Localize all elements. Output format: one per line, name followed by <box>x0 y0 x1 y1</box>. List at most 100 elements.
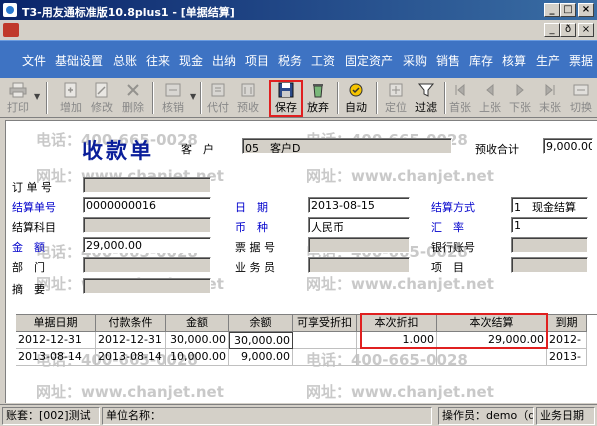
menu-fixed-assets[interactable]: 固定资产 <box>345 52 393 69</box>
menu-payroll[interactable]: 工资 <box>311 52 335 69</box>
watermark-site: 网址：www.chanjet.net <box>306 275 494 293</box>
bill-no-label: 票 据 号 <box>235 241 275 254</box>
delete-button[interactable]: 删除 <box>118 81 148 115</box>
child-minimize-button[interactable]: _ <box>544 23 560 37</box>
table-cell[interactable]: 9,000.00 <box>229 349 293 366</box>
print-dropdown-icon[interactable]: ▼ <box>34 92 40 101</box>
maximize-button[interactable]: □ <box>560 3 576 17</box>
menu-bills[interactable]: 票据 <box>569 52 593 69</box>
title-bar[interactable]: T3-用友通标准版10.8plus1 - [单据结算] _ □ × <box>0 0 597 20</box>
table-cell[interactable]: 2012- <box>547 332 587 349</box>
menu-project[interactable]: 项目 <box>245 52 269 69</box>
writeoff-button[interactable]: 核销 <box>158 81 188 115</box>
table-cell[interactable] <box>293 349 357 366</box>
receipt-form: 电话：400-665-0028 电话：400-665-0028 网址：www.c… <box>5 120 597 403</box>
currency-field[interactable]: 人民币 <box>308 217 410 233</box>
add-icon <box>64 82 77 98</box>
next-button[interactable]: 下张 <box>506 81 534 115</box>
menu-accounting[interactable]: 核算 <box>502 52 526 69</box>
bank-account-field[interactable] <box>511 237 588 253</box>
abandon-button[interactable]: 放弃 <box>304 81 332 115</box>
summary-field[interactable] <box>83 278 211 294</box>
settlement-highlight <box>360 313 548 349</box>
bill-no-field[interactable] <box>308 237 410 253</box>
table-cell[interactable]: 2012-12-31 <box>96 332 166 349</box>
dept-field[interactable] <box>83 257 211 273</box>
table-cell[interactable]: 2013-08-14 <box>16 349 96 366</box>
settle-method-label: 结算方式 <box>431 201 475 214</box>
project-field[interactable] <box>511 257 588 273</box>
rate-field[interactable]: 1 <box>511 217 588 233</box>
writeoff-dropdown-icon[interactable]: ▼ <box>190 92 196 101</box>
date-field[interactable]: 2013-08-15 <box>308 197 410 213</box>
prepay-total-field[interactable]: 9,000.00 <box>543 138 593 154</box>
table-cell[interactable] <box>437 349 547 366</box>
col-header-doc-date[interactable]: 单据日期 <box>16 315 96 332</box>
locate-icon <box>389 83 403 97</box>
auto-button[interactable]: 自动 <box>342 81 370 115</box>
add-button[interactable]: 增加 <box>56 81 86 115</box>
table-cell[interactable]: 10,000.00 <box>166 349 229 366</box>
col-header-due-date[interactable]: 到期 <box>547 315 587 332</box>
col-header-available-discount[interactable]: 可享受折扣 <box>293 315 357 332</box>
menu-basic-settings[interactable]: 基础设置 <box>55 52 103 69</box>
child-close-button[interactable]: × <box>578 23 594 37</box>
summary-label: 摘 要 <box>12 283 45 296</box>
menu-production[interactable]: 生产 <box>536 52 560 69</box>
menu-receivables[interactable]: 往来 <box>146 52 170 69</box>
edit-button[interactable]: 修改 <box>87 81 117 115</box>
currency-label: 币 种 <box>235 221 268 234</box>
menu-inventory[interactable]: 库存 <box>469 52 493 69</box>
first-button[interactable]: 首张 <box>446 81 474 115</box>
customer-label: 客 户 <box>181 143 214 156</box>
filter-icon <box>417 83 435 97</box>
window-title: T3-用友通标准版10.8plus1 - [单据结算] <box>22 6 235 19</box>
status-account: 账套：[002]测试 <box>2 407 100 425</box>
filter-button[interactable]: 过滤 <box>412 81 440 115</box>
status-operator: 操作员：demo（de <box>438 407 534 425</box>
table-cell[interactable]: 2013-08-14 <box>96 349 166 366</box>
next-icon <box>516 83 524 97</box>
locate-button[interactable]: 定位 <box>382 81 410 115</box>
auto-icon <box>349 83 363 97</box>
amount-field[interactable]: 29,000.00 <box>83 237 211 253</box>
print-button[interactable]: 打印 <box>4 81 32 115</box>
menu-general-ledger[interactable]: 总账 <box>113 52 137 69</box>
table-cell[interactable]: 30,000.00 <box>229 332 293 349</box>
last-button[interactable]: 末张 <box>536 81 564 115</box>
menu-file[interactable]: 文件 <box>22 52 46 69</box>
save-highlight <box>269 80 303 117</box>
pay-on-behalf-button[interactable]: 代付 <box>204 81 232 115</box>
prepay-button[interactable]: 预收 <box>234 81 262 115</box>
table-cell[interactable]: 2012-12-31 <box>16 332 96 349</box>
minimize-button[interactable]: _ <box>544 3 560 17</box>
settle-method-field[interactable]: 1 现金结算 <box>511 197 588 213</box>
menu-sales[interactable]: 销售 <box>436 52 460 69</box>
order-no-field[interactable] <box>83 177 211 193</box>
close-button[interactable]: × <box>578 3 594 17</box>
child-restore-button[interactable]: ð <box>560 23 576 37</box>
rate-label: 汇 率 <box>431 221 464 234</box>
settle-no-field[interactable]: 0000000016 <box>83 197 211 213</box>
prev-icon <box>486 83 494 97</box>
settlement-grid: 单据日期 付款条件 金额 余额 可享受折扣 本次折扣 本次结算 到期 2012-… <box>16 313 597 402</box>
col-header-pay-terms[interactable]: 付款条件 <box>96 315 166 332</box>
menu-cashier[interactable]: 出纳 <box>212 52 236 69</box>
switch-button[interactable]: 切换 <box>566 81 596 115</box>
table-cell[interactable] <box>293 332 357 349</box>
prev-button[interactable]: 上张 <box>476 81 504 115</box>
menu-cash[interactable]: 现金 <box>179 52 203 69</box>
document-icon[interactable] <box>3 23 19 37</box>
table-cell[interactable]: 30,000.00 <box>166 332 229 349</box>
mdi-bar: _ ð × <box>0 20 597 40</box>
col-header-balance[interactable]: 余额 <box>229 315 293 332</box>
menu-purchase[interactable]: 采购 <box>403 52 427 69</box>
customer-field[interactable]: 05 客户D <box>242 138 452 154</box>
settle-subject-field[interactable] <box>83 217 211 233</box>
salesman-field[interactable] <box>308 257 410 273</box>
pay-on-behalf-icon <box>211 83 225 97</box>
menu-tax[interactable]: 税务 <box>278 52 302 69</box>
table-cell[interactable] <box>357 349 437 366</box>
col-header-amount[interactable]: 金额 <box>166 315 229 332</box>
table-cell[interactable]: 2013- <box>547 349 587 366</box>
